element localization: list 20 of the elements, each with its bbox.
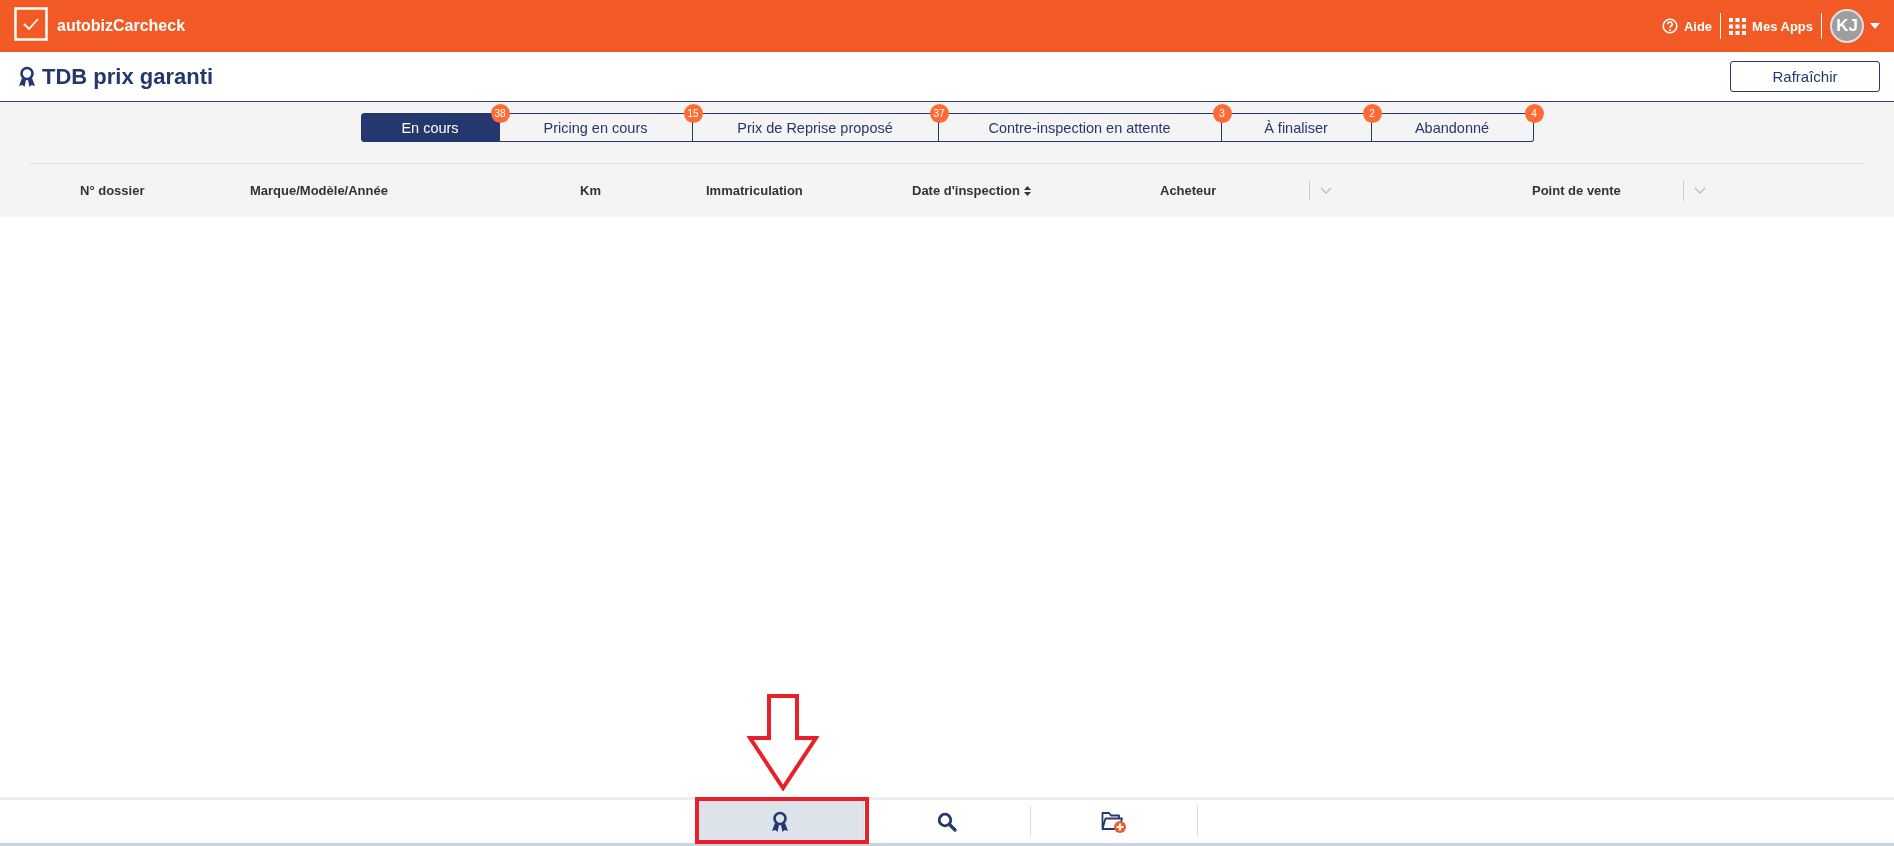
column-header[interactable]: Point de vente bbox=[1532, 183, 1621, 198]
award-icon bbox=[18, 65, 36, 88]
logo-check-icon bbox=[14, 7, 48, 41]
help-icon bbox=[1661, 18, 1678, 34]
column-header: Km bbox=[580, 183, 601, 198]
app-name: autobizCarcheck bbox=[57, 17, 186, 35]
count-badge: 4 bbox=[1524, 104, 1544, 123]
page-title: TDB prix garanti bbox=[42, 63, 214, 90]
column-header: N° dossier bbox=[80, 183, 145, 198]
column-header: Marque/Modèle/Année bbox=[250, 183, 388, 198]
folder-add-icon bbox=[1101, 809, 1127, 834]
column-header[interactable]: Acheteur bbox=[1160, 183, 1217, 198]
refresh-button[interactable]: Rafraîchir bbox=[1730, 61, 1880, 92]
apps-grid-icon bbox=[1729, 17, 1747, 35]
column-header[interactable]: Date d'inspection bbox=[912, 183, 1020, 198]
column-header: Immatriculation bbox=[706, 183, 803, 198]
caret-icon[interactable] bbox=[1870, 23, 1880, 29]
search-icon bbox=[937, 811, 957, 832]
award-icon bbox=[771, 810, 789, 833]
sort-icon[interactable] bbox=[1023, 185, 1031, 196]
